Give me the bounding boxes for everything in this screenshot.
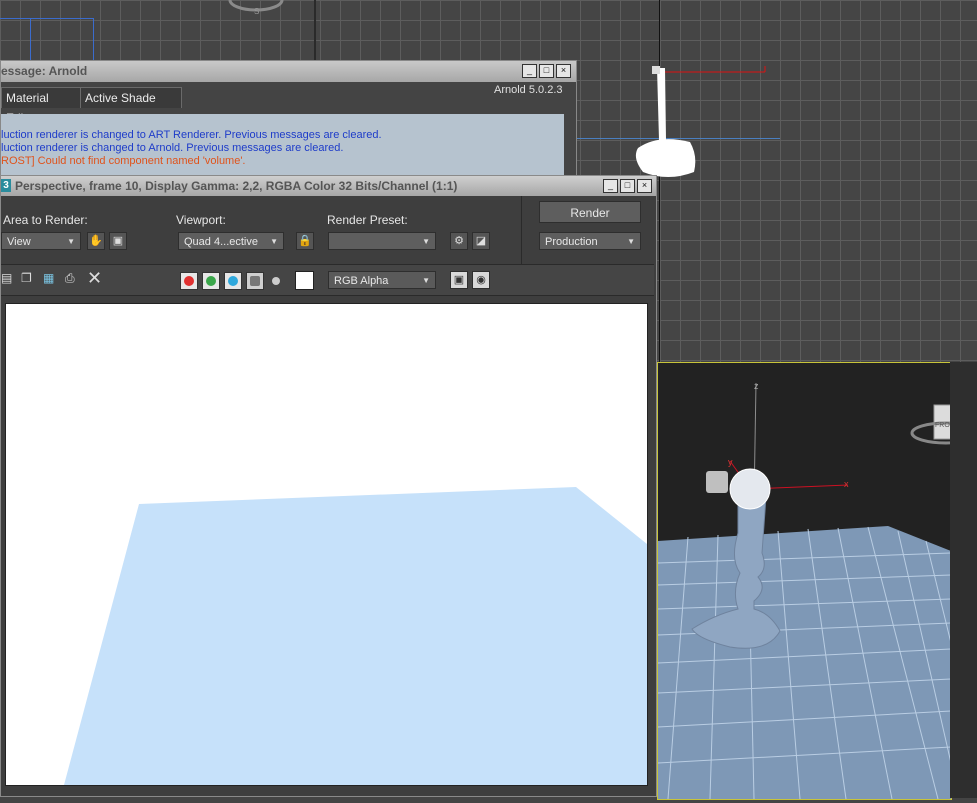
red-dot-icon: [184, 276, 194, 286]
right-panel: [950, 362, 977, 798]
tab-active-shade[interactable]: Active Shade: [80, 87, 182, 108]
green-dot-icon: [206, 276, 216, 286]
renderer-version: Arnold 5.0.2.3: [494, 84, 563, 96]
region-select-icon[interactable]: ▣: [109, 232, 127, 250]
chevron-down-icon: ▼: [422, 276, 430, 285]
close-button[interactable]: ×: [637, 179, 652, 193]
environment-icon[interactable]: ◪: [472, 232, 490, 250]
selection-rectangle: [30, 18, 94, 64]
svg-text:x: x: [844, 479, 849, 489]
render-window-titlebar[interactable]: 3 Perspective, frame 10, Display Gamma: …: [1, 176, 656, 196]
message-window-title: essage: Arnold: [1, 64, 88, 78]
area-to-render-label: Area to Render:: [3, 213, 88, 227]
svg-text:y: y: [728, 457, 733, 467]
message-window: essage: Arnold _ □ × Material Editor Act…: [0, 60, 577, 182]
image-viewer-icon[interactable]: ◉: [472, 271, 490, 289]
viewcube-ring-icon[interactable]: S: [226, 0, 286, 16]
render-canvas[interactable]: [5, 303, 648, 786]
render-button[interactable]: Render: [539, 201, 641, 223]
display-settings-icon[interactable]: ▣: [450, 271, 468, 289]
maximize-button[interactable]: □: [620, 179, 635, 193]
lock-icon[interactable]: 🔒: [296, 232, 314, 250]
clone-icon[interactable]: ▦: [43, 271, 59, 287]
alpha-channel-toggle[interactable]: [246, 272, 264, 290]
chevron-down-icon: ▼: [67, 237, 75, 246]
toolbar-divider: [521, 196, 522, 264]
hand-icon[interactable]: ✋: [87, 232, 105, 250]
save-icon[interactable]: ▤: [1, 271, 14, 287]
viewport-dropdown[interactable]: Quad 4...ective ▼: [178, 232, 284, 250]
monochrome-icon[interactable]: [272, 277, 280, 285]
blue-channel-toggle[interactable]: [224, 272, 242, 290]
close-button[interactable]: ×: [556, 64, 571, 78]
render-preset-label: Render Preset:: [327, 213, 408, 227]
production-dropdown[interactable]: Production ▼: [539, 232, 641, 250]
blue-dot-icon: [228, 276, 238, 286]
print-icon[interactable]: ⎙: [65, 271, 81, 287]
svg-text:z: z: [754, 381, 759, 391]
maximize-button[interactable]: □: [539, 64, 554, 78]
render-frame-window: 3 Perspective, frame 10, Display Gamma: …: [0, 175, 657, 797]
alpha-icon: [250, 276, 260, 286]
channel-dropdown[interactable]: RGB Alpha ▼: [328, 271, 436, 289]
area-to-render-dropdown[interactable]: View ▼: [1, 232, 81, 250]
channel-value: RGB Alpha: [334, 275, 389, 287]
chevron-down-icon: ▼: [422, 237, 430, 246]
chevron-down-icon: ▼: [627, 237, 635, 246]
green-channel-toggle[interactable]: [202, 272, 220, 290]
message-window-titlebar[interactable]: essage: Arnold _ □ ×: [1, 61, 576, 82]
selection-rectangle-edge: [0, 18, 30, 63]
chevron-down-icon: ▼: [270, 237, 278, 246]
log-line: luction renderer is changed to Arnold. P…: [1, 142, 344, 154]
render-preset-dropdown[interactable]: ▼: [328, 232, 436, 250]
minimize-button[interactable]: _: [522, 64, 537, 78]
render-setup-icon[interactable]: ⚙: [450, 232, 468, 250]
copy-icon[interactable]: ❐: [21, 271, 37, 287]
clear-icon[interactable]: ✕: [87, 268, 103, 288]
frame-buffer-toolbar: ▤ ❐ ▦ ⎙ ✕ RGB Alpha ▼ ▣ ◉: [1, 264, 654, 296]
fluid-splash-top: [635, 66, 766, 177]
perspective-viewport[interactable]: z x y FRONT: [657, 362, 968, 800]
log-line: luction renderer is changed to ART Rende…: [1, 129, 382, 141]
red-channel-toggle[interactable]: [180, 272, 198, 290]
render-window-title: Perspective, frame 10, Display Gamma: 2,…: [15, 179, 458, 193]
rendered-floor: [64, 487, 647, 785]
app-icon: 3: [1, 179, 11, 192]
svg-text:S: S: [254, 7, 259, 16]
viewport-value: Quad 4...ective: [184, 236, 258, 248]
production-value: Production: [545, 236, 598, 248]
message-log[interactable]: luction renderer is changed to ART Rende…: [1, 114, 564, 181]
viewport-label: Viewport:: [176, 213, 226, 227]
tab-material-editor[interactable]: Material Editor: [1, 87, 81, 125]
color-swatch[interactable]: [295, 271, 314, 290]
minimize-button[interactable]: _: [603, 179, 618, 193]
log-line-error: ROST] Could not find component named 'vo…: [1, 155, 246, 167]
area-to-render-value: View: [7, 236, 31, 248]
